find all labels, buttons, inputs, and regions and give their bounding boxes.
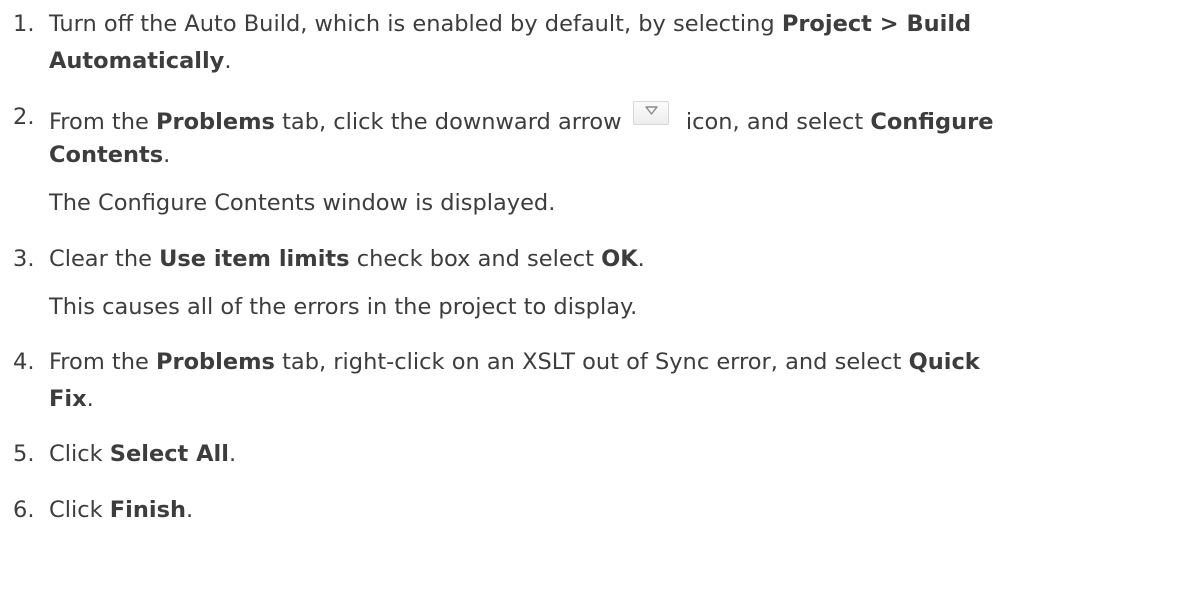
step-text: Click Select All. (49, 438, 236, 470)
text-run: Click (49, 497, 110, 523)
text-run: tab, right-click on an XSLT out of Sync … (274, 349, 909, 375)
button-label: Finish (109, 497, 186, 523)
text-run: From the (49, 349, 156, 375)
text-run: tab, click the downward arrow (274, 109, 629, 135)
step-text: Automatically. (49, 45, 232, 77)
text-run: Turn off the Auto Build, which is enable… (49, 11, 782, 37)
text-run: check box and select (349, 246, 602, 272)
text-run: icon, and select (678, 109, 871, 135)
step-number: 1. (13, 11, 35, 37)
step-text: Contents. (49, 139, 170, 171)
text-run: . (163, 142, 171, 168)
step-number: 2. (13, 104, 35, 130)
text-run: . (86, 386, 94, 412)
menu-item: Fix (49, 386, 87, 412)
step-note: This causes all of the errors in the pro… (49, 294, 638, 320)
text-run: Clear the (49, 246, 160, 272)
step-text: From the Problems tab, click the downwar… (49, 101, 993, 138)
text-run: . (224, 48, 232, 74)
text-run: . (637, 246, 645, 272)
step-note: The Configure Contents window is display… (49, 190, 556, 216)
step-number: 3. (13, 246, 35, 272)
button-label: OK (601, 246, 638, 272)
dropdown-arrow-icon (632, 101, 669, 125)
step-number: 6. (13, 497, 35, 523)
step-text: Turn off the Auto Build, which is enable… (49, 8, 971, 40)
step-number: 5. (13, 441, 35, 467)
step-number: 4. (13, 349, 35, 375)
menu-item: Quick (908, 349, 980, 375)
tab-name: Problems (155, 349, 275, 375)
button-label: Select All (109, 441, 229, 467)
step-text: Fix. (49, 383, 94, 415)
step-text: Clear the Use item limits check box and … (49, 243, 645, 275)
tab-name: Problems (155, 109, 275, 135)
step-text: From the Problems tab, right-click on an… (49, 346, 980, 378)
text-run: . (228, 441, 237, 467)
text-run: Click (49, 441, 110, 467)
text-run: From the (49, 109, 156, 135)
menu-path: Project > Build (781, 11, 972, 37)
checkbox-label: Use item limits (159, 246, 350, 272)
menu-item: Contents (49, 142, 164, 168)
menu-path: Automatically (49, 48, 225, 74)
numbered-steps: 1. Turn off the Auto Build, which is ena… (0, 0, 1180, 594)
text-run: . (186, 497, 194, 523)
step-text: Click Finish. (49, 494, 193, 526)
menu-item: Configure (870, 109, 994, 135)
